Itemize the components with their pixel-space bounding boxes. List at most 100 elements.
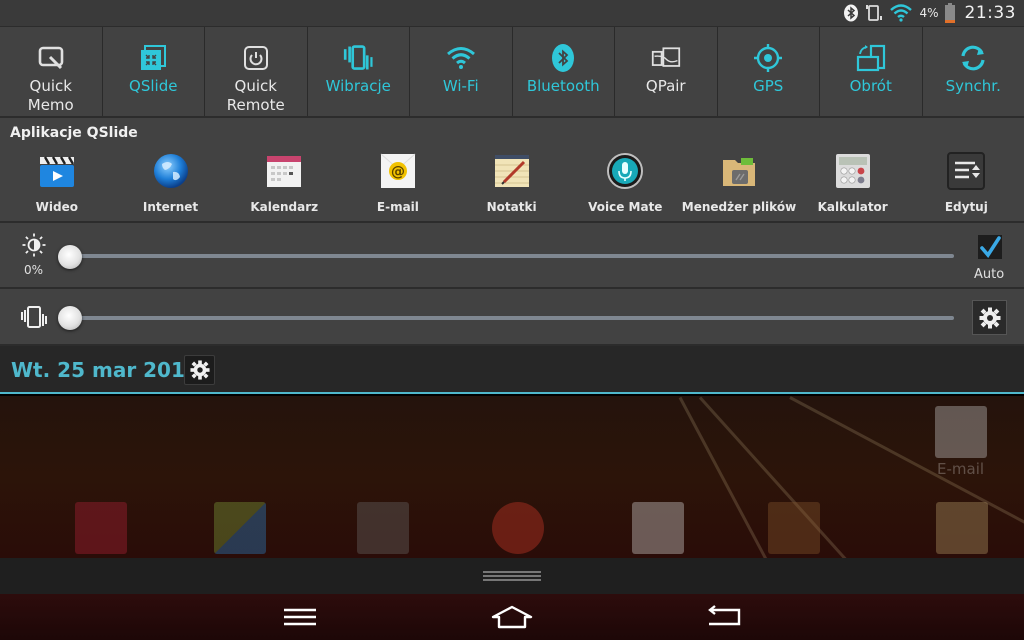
app-label: Kalendarz bbox=[250, 200, 319, 214]
qslide-edit-button[interactable]: Edytuj bbox=[910, 152, 1024, 214]
qslide-app-file-manager[interactable]: Menedżer plików bbox=[682, 152, 796, 214]
wifi-icon bbox=[889, 2, 913, 24]
sound-settings-button[interactable] bbox=[972, 300, 1007, 335]
app-label: Kalkulator bbox=[817, 200, 888, 214]
toggle-wibracje[interactable]: Wibracje bbox=[308, 27, 410, 116]
brightness-slider-track[interactable] bbox=[70, 254, 954, 258]
vibration-row bbox=[0, 289, 1024, 346]
app-label: Menedżer plików bbox=[681, 200, 797, 214]
qpair-icon bbox=[651, 43, 681, 73]
qslide-apps-title: Aplikacje QSlide bbox=[10, 125, 138, 141]
navigation-bar bbox=[0, 594, 1024, 640]
power-remote-icon bbox=[241, 43, 271, 73]
notepad-icon bbox=[493, 152, 531, 190]
app-label: Wideo bbox=[35, 200, 78, 214]
globe-icon bbox=[152, 152, 190, 190]
toggle-gps[interactable]: GPS bbox=[718, 27, 820, 116]
microphone-icon bbox=[606, 152, 644, 190]
home-icon bbox=[491, 605, 533, 629]
qslide-apps-panel: Aplikacje QSlide Wideo Internet Kalendar… bbox=[0, 118, 1024, 223]
auto-brightness-checkbox[interactable] bbox=[978, 235, 1002, 259]
home-app-icon bbox=[492, 502, 544, 554]
home-button[interactable] bbox=[487, 602, 537, 632]
vibration-slider-track[interactable] bbox=[70, 316, 954, 320]
toggle-label: Bluetooth bbox=[526, 77, 600, 95]
qslide-icon bbox=[138, 43, 168, 73]
brightness-slider-thumb[interactable] bbox=[58, 245, 82, 269]
app-label: E-mail bbox=[376, 200, 419, 214]
qslide-app-video[interactable]: Wideo bbox=[0, 152, 114, 214]
home-app-icon bbox=[357, 502, 409, 554]
toggle-label: Quick Memo bbox=[27, 77, 74, 114]
toggle-label: QPair bbox=[645, 77, 686, 95]
toggle-quick-remote[interactable]: Quick Remote bbox=[205, 27, 308, 116]
back-button[interactable] bbox=[698, 602, 748, 632]
panel-handle-bar bbox=[0, 558, 1024, 594]
app-label: Notatki bbox=[486, 200, 537, 214]
vibration-slider-thumb[interactable] bbox=[58, 306, 82, 330]
vibrate-icon bbox=[20, 305, 48, 329]
sync-icon bbox=[958, 43, 988, 73]
home-app-icon bbox=[75, 502, 127, 554]
back-icon bbox=[708, 605, 741, 626]
battery-percent: 4% bbox=[919, 6, 939, 20]
home-screen-background: E-mail bbox=[0, 396, 1024, 558]
calculator-icon bbox=[834, 152, 872, 190]
wallpaper-beam bbox=[789, 396, 1024, 550]
gear-icon bbox=[189, 360, 210, 380]
settings-button[interactable] bbox=[184, 355, 215, 385]
status-bar: 4% 21:33 bbox=[0, 0, 1024, 26]
brightness-percent: 0% bbox=[24, 263, 44, 277]
svg-text:@: @ bbox=[391, 164, 405, 180]
vibrate-mode-icon bbox=[865, 2, 883, 24]
folder-icon bbox=[720, 152, 758, 190]
video-clapper-icon bbox=[38, 152, 76, 190]
toggle-label: Obrót bbox=[849, 77, 892, 95]
battery-icon bbox=[944, 2, 955, 24]
qslide-app-internet[interactable]: Internet bbox=[114, 152, 228, 214]
app-label: Voice Mate bbox=[588, 200, 663, 214]
brightness-row: 0% Auto bbox=[0, 223, 1024, 289]
quick-memo-icon bbox=[36, 43, 66, 73]
toggle-label: Wi-Fi bbox=[442, 77, 479, 95]
qslide-app-calendar[interactable]: Kalendarz bbox=[227, 152, 341, 214]
toggle-label: GPS bbox=[753, 77, 784, 95]
vibrate-icon bbox=[343, 43, 373, 73]
toggle-obrot[interactable]: Obrót bbox=[820, 27, 923, 116]
gear-icon bbox=[979, 307, 1000, 328]
rotate-icon bbox=[856, 43, 886, 73]
qslide-app-email[interactable]: @ E-mail bbox=[341, 152, 455, 214]
qslide-app-calculator[interactable]: Kalkulator bbox=[796, 152, 910, 214]
toggle-label: Synchr. bbox=[945, 77, 1001, 95]
toggle-synchr[interactable]: Synchr. bbox=[923, 27, 1024, 116]
toggle-label: QSlide bbox=[129, 77, 178, 95]
bluetooth-icon bbox=[843, 2, 859, 24]
home-app-icon bbox=[768, 502, 820, 554]
menu-button[interactable] bbox=[275, 602, 325, 632]
panel-drag-handle[interactable] bbox=[483, 571, 541, 581]
qslide-app-notes[interactable]: Notatki bbox=[455, 152, 569, 214]
email-icon: @ bbox=[379, 152, 417, 190]
toggle-bluetooth[interactable]: Bluetooth bbox=[513, 27, 615, 116]
app-label: Internet bbox=[142, 200, 199, 214]
calendar-icon bbox=[265, 152, 303, 190]
toggle-qslide[interactable]: QSlide bbox=[103, 27, 205, 116]
checkmark-icon bbox=[980, 236, 1001, 258]
quick-settings-row: Quick Memo QSlide Quick Remote Wibracje … bbox=[0, 26, 1024, 118]
app-label: Edytuj bbox=[944, 200, 988, 214]
wifi-icon bbox=[446, 43, 476, 73]
bluetooth-icon bbox=[548, 43, 578, 73]
home-email-label: E-mail bbox=[937, 460, 985, 478]
date-label: Wt. 25 mar 2014 bbox=[11, 358, 199, 382]
home-app-icon bbox=[214, 502, 266, 554]
home-app-icon bbox=[632, 502, 684, 554]
toggle-quick-memo[interactable]: Quick Memo bbox=[0, 27, 103, 116]
qslide-app-voice-mate[interactable]: Voice Mate bbox=[568, 152, 682, 214]
gps-icon bbox=[753, 43, 783, 73]
toggle-label: Quick Remote bbox=[226, 77, 285, 114]
edit-list-icon bbox=[947, 152, 986, 190]
brightness-icon bbox=[22, 233, 46, 257]
auto-brightness-label: Auto bbox=[974, 267, 1005, 282]
toggle-qpair[interactable]: QPair bbox=[615, 27, 718, 116]
toggle-wifi[interactable]: Wi-Fi bbox=[410, 27, 513, 116]
